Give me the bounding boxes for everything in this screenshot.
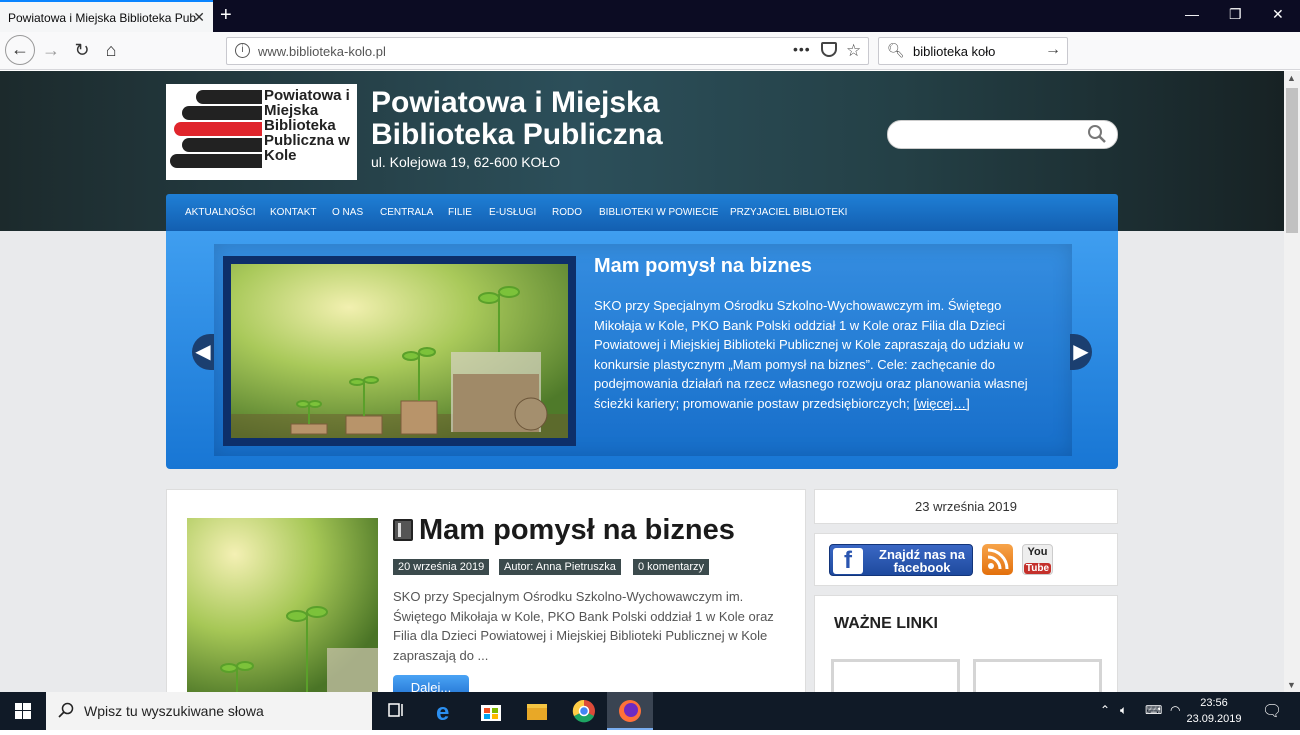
slider-next-arrow[interactable]: ▶ [1070, 334, 1092, 370]
coins-plant-image [231, 264, 568, 438]
volume-icon[interactable]: 🔈︎ [1120, 703, 1127, 718]
slider-prev-arrow[interactable]: ◀ [192, 334, 214, 370]
clock-time: 23:56 [1200, 697, 1228, 709]
store-icon[interactable] [468, 692, 514, 730]
windows-start-icon[interactable] [0, 692, 46, 730]
scroll-down-icon[interactable]: ▼ [1287, 680, 1296, 690]
search-field[interactable]: biblioteka koło [913, 44, 995, 59]
youtube-tube-text: Tube [1023, 563, 1052, 574]
site-address: ul. Kolejowa 19, 62-600 KOŁO [371, 154, 561, 170]
taskbar-clock[interactable]: 23:56 23.09.2019 [1178, 695, 1250, 727]
info-icon[interactable]: i [235, 43, 250, 58]
taskbar-search-placeholder: Wpisz tu wyszukiwane słowa [84, 703, 264, 719]
forward-icon[interactable]: → [39, 40, 63, 61]
post-author-badge[interactable]: Autor: Anna Pietruszka [499, 559, 621, 575]
slide-title[interactable]: Mam pomysł na biznes [594, 255, 812, 278]
youtube-icon[interactable]: You Tube [1022, 544, 1053, 575]
windows-taskbar: Wpisz tu wyszukiwane słowa e ⌃ 🔈︎ ⌨ ◠ 23… [0, 692, 1300, 730]
url-text[interactable]: www.biblioteka-kolo.pl [258, 44, 386, 59]
coins-plant-thumbnail [187, 518, 378, 692]
minimize-icon[interactable]: — [1185, 6, 1199, 22]
youtube-you-text: You [1027, 546, 1048, 558]
link-banner[interactable] [973, 659, 1102, 692]
edge-icon[interactable]: e [422, 692, 468, 730]
search-icon [58, 702, 74, 718]
new-tab-icon[interactable]: + [220, 4, 232, 27]
logo-book-bar [170, 154, 262, 168]
chrome-icon[interactable] [561, 692, 607, 730]
post-title[interactable]: Mam pomysł na biznes [393, 514, 735, 547]
home-icon[interactable]: ⌂ [99, 40, 123, 61]
post-thumbnail[interactable] [187, 518, 378, 692]
menu-item-rodo[interactable]: RODO [552, 207, 582, 218]
sidebar-date: 23 września 2019 [814, 489, 1118, 524]
read-more-button[interactable]: Dalej... [393, 675, 469, 692]
link-banner[interactable] [831, 659, 960, 692]
menu-item-aktualnosci[interactable]: AKTUALNOŚCI [185, 207, 256, 218]
search-icon: 🔍︎ [887, 42, 905, 58]
library-logo[interactable]: Powiatowa i Miejska Biblioteka Publiczna… [166, 84, 357, 180]
post-excerpt: SKO przy Specjalnym Ośrodku Szkolno-Wych… [393, 589, 774, 663]
important-links-widget: WAŻNE LINKI [814, 595, 1118, 692]
browser-search-bar[interactable]: 🔍︎ biblioteka koło → [878, 37, 1068, 65]
back-icon[interactable]: ← [5, 35, 35, 65]
menu-item-biblioteki-w-powiecie[interactable]: BIBLIOTEKI W POWIECIE [599, 207, 718, 218]
slide-excerpt: SKO przy Specjalnym Ośrodku Szkolno-Wych… [594, 296, 1046, 413]
logo-book-bar [182, 106, 262, 120]
page-actions-icon[interactable]: ••• [793, 41, 811, 57]
menu-item-filie[interactable]: FILIE [448, 207, 472, 218]
web-page: Powiatowa i Miejska Biblioteka Publiczna… [0, 71, 1284, 692]
site-title[interactable]: Powiatowa i Miejska Biblioteka Publiczna [371, 87, 731, 151]
site-search-input[interactable] [887, 120, 1118, 149]
post-title-text[interactable]: Mam pomysł na biznes [419, 514, 735, 546]
scrollbar-thumb[interactable] [1286, 88, 1298, 233]
restore-icon[interactable]: ❐ [1229, 6, 1242, 23]
network-icon[interactable]: ⌨ [1145, 703, 1162, 717]
facebook-button[interactable]: f Znajdź nas na facebook [829, 544, 973, 576]
browser-tab-bar: Powiatowa i Miejska Biblioteka Pub ✕ + —… [0, 0, 1300, 32]
logo-book-bar-red [174, 122, 262, 136]
task-view-icon[interactable] [373, 692, 419, 730]
svg-text:e: e [436, 699, 449, 726]
slide-image[interactable] [223, 256, 576, 446]
tray-chevron-icon[interactable]: ⌃ [1100, 703, 1110, 717]
widget-heading: WAŻNE LINKI [834, 615, 938, 632]
menu-item-o-nas[interactable]: O NAS [332, 207, 363, 218]
post-date-badge: 20 września 2019 [393, 559, 490, 575]
bookmark-star-icon[interactable]: ☆ [846, 41, 861, 61]
search-go-icon[interactable]: → [1045, 41, 1061, 59]
taskbar-search[interactable]: Wpisz tu wyszukiwane słowa [46, 692, 372, 730]
facebook-label: Znajdź nas na facebook [879, 547, 965, 575]
tab-title: Powiatowa i Miejska Biblioteka Pub [8, 11, 197, 25]
post-comments-badge[interactable]: 0 komentarzy [633, 559, 710, 575]
main-menu: AKTUALNOŚCI KONTAKT O NAS CENTRALA FILIE… [166, 194, 1118, 231]
menu-item-kontakt[interactable]: KONTAKT [270, 207, 316, 218]
read-more-link[interactable]: [więcej…] [913, 396, 969, 411]
logo-book-bar [196, 90, 262, 104]
post-card: Mam pomysł na biznes 20 września 2019 Au… [166, 489, 806, 692]
menu-item-e-uslugi[interactable]: E-USŁUGI [489, 207, 536, 218]
firefox-icon[interactable] [607, 692, 653, 730]
search-icon[interactable] [1087, 124, 1107, 144]
logo-book-bar [182, 138, 262, 152]
facebook-icon: f [833, 548, 863, 574]
rss-icon[interactable] [982, 544, 1013, 575]
menu-item-przyjaciel-biblioteki[interactable]: PRZYJACIEL BIBLIOTEKI [730, 207, 847, 218]
featured-slider: ◀ ▶ Mam pomysł na biznes SKO przy Specja… [166, 231, 1118, 469]
pocket-icon[interactable] [821, 42, 837, 57]
logo-text: Powiatowa i Miejska Biblioteka Publiczna… [264, 87, 350, 164]
file-explorer-icon[interactable] [514, 692, 560, 730]
clock-date: 23.09.2019 [1186, 713, 1242, 725]
slide-text: SKO przy Specjalnym Ośrodku Szkolno-Wych… [594, 298, 1028, 411]
browser-tab[interactable]: Powiatowa i Miejska Biblioteka Pub ✕ [0, 0, 213, 32]
sidebar-social: f Znajdź nas na facebook You Tube [814, 533, 1118, 586]
close-window-icon[interactable]: ✕ [1272, 6, 1284, 23]
close-tab-icon[interactable]: ✕ [193, 9, 205, 26]
address-bar[interactable]: i www.biblioteka-kolo.pl ••• ☆ [226, 37, 869, 65]
reload-icon[interactable]: ↻ [70, 40, 94, 61]
book-icon [393, 519, 413, 541]
scroll-up-icon[interactable]: ▲ [1287, 73, 1296, 83]
menu-item-centrala[interactable]: CENTRALA [380, 207, 433, 218]
notifications-icon[interactable]: 🗨︎ [1262, 701, 1282, 721]
